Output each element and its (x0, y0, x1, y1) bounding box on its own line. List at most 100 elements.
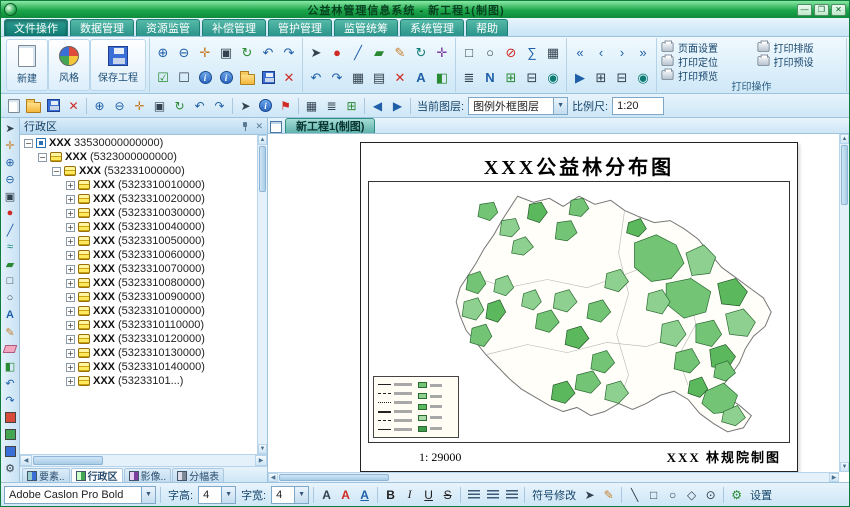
edit-node-icon[interactable]: ✎ (600, 486, 617, 504)
add-point-icon[interactable]: ● (327, 43, 347, 63)
toolbar-forward-icon[interactable]: ▶ (388, 96, 407, 115)
focus-icon[interactable]: ◉ (633, 68, 653, 88)
menu-tab-help[interactable]: 帮助 (466, 19, 508, 36)
full-extent-icon[interactable]: ▣ (216, 43, 236, 63)
tree-row[interactable]: + XXX (5323310080000) (20, 276, 257, 290)
font-family-combo[interactable]: Adobe Caslon Pro Bold ▼ (4, 486, 156, 504)
scale-input[interactable]: 1:20 (612, 97, 664, 115)
undo-icon[interactable]: ↶ (306, 68, 326, 88)
tree-row[interactable]: + XXX (53233101...) (20, 374, 257, 388)
strip-pointer-tool-icon[interactable]: ➤ (2, 120, 19, 136)
previous-view-icon[interactable]: ↶ (258, 43, 278, 63)
toolbar-full-extent-icon[interactable]: ▣ (150, 96, 169, 115)
collapse-icon[interactable]: − (24, 139, 33, 148)
collapse-icon[interactable]: − (52, 167, 61, 176)
open-project-icon[interactable] (237, 68, 257, 88)
menu-tab-file-operations[interactable]: 文件操作 (4, 19, 68, 36)
select-rectangle-icon[interactable]: □ (459, 43, 479, 63)
toolbar-next-view-icon[interactable]: ↷ (210, 96, 229, 115)
tree-row[interactable]: + XXX (5323310140000) (20, 360, 257, 374)
strip-red-color-icon[interactable] (2, 409, 19, 425)
new-project-button[interactable]: 新建 (6, 39, 48, 91)
strip-text-tool-icon[interactable]: A (2, 307, 19, 323)
expand-icon[interactable]: + (66, 377, 75, 386)
strip-settings-icon[interactable]: ⚙ (2, 460, 19, 476)
grid-remove-icon[interactable]: ⊟ (522, 68, 542, 88)
redo-icon[interactable]: ↷ (327, 68, 347, 88)
text-color-black-button[interactable]: A (318, 486, 335, 504)
expand-icon[interactable]: + (66, 209, 75, 218)
delete-icon[interactable]: ✕ (390, 68, 410, 88)
menu-tab-data-management[interactable]: 数据管理 (70, 19, 134, 36)
settings-gear-icon[interactable]: ⚙ (728, 486, 745, 504)
target-icon[interactable]: ◉ (543, 68, 563, 88)
expand-icon[interactable]: + (66, 181, 75, 190)
strip-zoom-in-tool-icon[interactable]: ⊕ (2, 154, 19, 170)
toolbar-refresh-icon[interactable]: ↻ (170, 96, 189, 115)
tree-row[interactable]: + XXX (5323310070000) (20, 262, 257, 276)
zoom-out-icon[interactable]: ⊖ (174, 43, 194, 63)
minimize-button[interactable]: — (797, 4, 812, 16)
text-color-blue-button[interactable]: A (356, 486, 373, 504)
add-line-icon[interactable]: ╱ (348, 43, 368, 63)
combo-dropdown-icon[interactable]: ▼ (553, 98, 567, 114)
strip-rectangle-tool-icon[interactable]: □ (2, 273, 19, 289)
scroll-right-icon[interactable]: ▶ (255, 455, 267, 466)
tree-horizontal-scrollbar[interactable]: ◀ ▶ (20, 454, 267, 466)
expand-icon[interactable]: + (66, 223, 75, 232)
strip-green-color-icon[interactable] (2, 426, 19, 442)
expand-icon[interactable]: + (66, 293, 75, 302)
strip-blue-color-icon[interactable] (2, 443, 19, 459)
tree-row[interactable]: + XXX (5323310030000) (20, 206, 257, 220)
grid-add-icon[interactable]: ⊞ (501, 68, 521, 88)
data-table-icon[interactable]: ▦ (543, 43, 563, 63)
strip-eraser-tool-icon[interactable] (2, 341, 19, 357)
north-arrow-icon[interactable]: N (480, 68, 500, 88)
panel-close-icon[interactable]: ✕ (255, 121, 263, 132)
close-button[interactable]: ✕ (831, 4, 846, 16)
panel-tab-imagery[interactable]: 影像.. (124, 468, 172, 482)
strip-pan-tool-icon[interactable]: ✛ (2, 137, 19, 153)
legend-icon[interactable]: ≣ (459, 68, 479, 88)
check-all-icon[interactable]: ☑ (153, 68, 173, 88)
print-preset-button[interactable]: 打印预设 (756, 54, 844, 68)
panel-tab-features[interactable]: 要素.. (22, 468, 70, 482)
tree-row[interactable]: + XXX (5323310040000) (20, 220, 257, 234)
toolbar-identify-icon[interactable]: i (256, 96, 275, 115)
cursor-tool-icon[interactable]: ➤ (581, 486, 598, 504)
char-height-combo[interactable]: 4 ▼ (198, 486, 236, 504)
map-vertical-scrollbar[interactable]: ▲ ▼ (839, 134, 849, 472)
tree-row[interactable]: + XXX (5323310020000) (20, 192, 257, 206)
align-right-button[interactable] (503, 486, 520, 504)
scroll-thumb[interactable] (841, 145, 848, 205)
tree-row[interactable]: + XXX (5323310010000) (20, 178, 257, 192)
current-layer-combo[interactable]: 图例外框图层 ▼ (468, 97, 568, 115)
play-icon[interactable]: ▶ (570, 68, 590, 88)
document-tab[interactable]: 新工程1(制图) (285, 118, 375, 133)
expand-icon[interactable]: + (66, 265, 75, 274)
draw-line-button[interactable]: ╲ (626, 486, 643, 504)
scroll-down-icon[interactable]: ▼ (258, 444, 267, 454)
map-horizontal-scrollbar[interactable]: ◀ ▶ (268, 472, 839, 482)
strip-circle-tool-icon[interactable]: ○ (2, 290, 19, 306)
font-dropdown-icon[interactable]: ▼ (141, 487, 155, 503)
expand-icon[interactable]: + (66, 279, 75, 288)
rotate-icon[interactable]: ↻ (411, 43, 431, 63)
toolbar-zoom-in-icon[interactable]: ⊕ (90, 96, 109, 115)
last-page-icon[interactable]: » (633, 43, 653, 63)
scroll-left-icon[interactable]: ◀ (20, 455, 32, 466)
panel-tab-sheet-index[interactable]: 分幅表 (172, 468, 224, 482)
strip-pencil-tool-icon[interactable]: ✎ (2, 324, 19, 340)
layout-grid-icon[interactable]: ⊞ (591, 68, 611, 88)
maximize-button[interactable]: ❐ (814, 4, 829, 16)
toolbar-pan-icon[interactable]: ✛ (130, 96, 149, 115)
print-layout-button[interactable]: 打印排版 (756, 40, 844, 54)
page-setup-button[interactable]: 页面设置 (660, 40, 748, 54)
toolbar-table-icon[interactable]: ▦ (302, 96, 321, 115)
next-page-icon[interactable]: › (612, 43, 632, 63)
strip-point-tool-icon[interactable]: ● (2, 205, 19, 221)
draw-rect-button[interactable]: □ (645, 486, 662, 504)
tree-row[interactable]: + XXX (5323310110000) (20, 318, 257, 332)
expand-icon[interactable]: + (66, 363, 75, 372)
attributes-icon[interactable]: i (216, 68, 236, 88)
